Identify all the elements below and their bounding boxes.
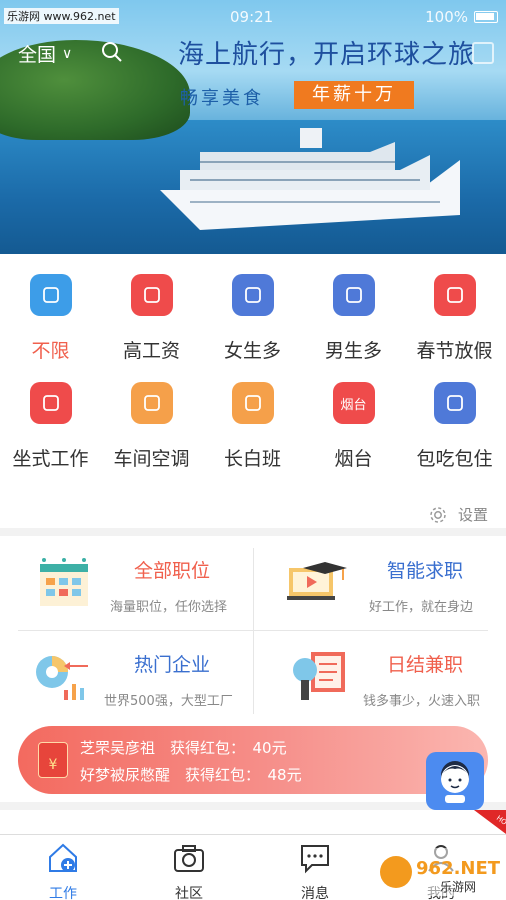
- red-envelope-icon: ¥: [38, 742, 68, 778]
- salary-badge: 年薪十万: [294, 81, 414, 109]
- city-icon: 烟台: [332, 382, 375, 424]
- all-jobs-title: 全部职位: [134, 560, 211, 582]
- watermark-brand: 962.NET: [416, 858, 500, 879]
- money-icon: [130, 274, 173, 316]
- red-packet-ticker[interactable]: ¥ 芝罘吴彦祖 获得红包： 40元 好梦被尿憋醒 获得红包： 48元: [18, 726, 488, 794]
- all-jobs-desc: 海量职位，任你选择: [110, 600, 228, 615]
- filter-label: 烟台: [334, 448, 373, 470]
- hot-ribbon: HOT: [474, 810, 506, 834]
- tab-messages[interactable]: 消息: [252, 835, 378, 900]
- graduation-screen-icon: [287, 562, 347, 600]
- filter-item[interactable]: 春节放假: [404, 274, 505, 363]
- filter-label: 春节放假: [416, 340, 493, 362]
- cruise-ship-image: [160, 128, 460, 230]
- banner-subslogan: 畅享美食: [180, 88, 264, 109]
- promo-banner[interactable]: 乐游网 www.962.net 09:21 100% 全国 ∨ 海上航行，开启环…: [0, 0, 506, 254]
- filter-item[interactable]: 坐式工作: [0, 382, 101, 471]
- settings-button[interactable]: 设置: [428, 504, 488, 525]
- hot-companies-title: 热门企业: [134, 654, 211, 676]
- status-bar: 乐游网 www.962.net 09:21 100%: [0, 0, 506, 34]
- chair-icon: [29, 382, 72, 424]
- tab-work-label: 工作: [49, 886, 77, 900]
- tab-community-label: 社区: [175, 886, 203, 900]
- message-icon: [301, 845, 329, 874]
- filter-item[interactable]: 车间空调: [101, 382, 202, 471]
- search-icon[interactable]: [100, 40, 124, 64]
- filter-label: 车间空调: [113, 448, 190, 470]
- filter-item[interactable]: 包吃包住: [404, 382, 505, 471]
- whale-icon: [29, 274, 72, 316]
- home-icon: [49, 843, 77, 872]
- smart-search-card[interactable]: 智能求职 好工作，就在身边: [253, 536, 506, 630]
- tab-work[interactable]: 工作: [0, 835, 126, 900]
- filter-item[interactable]: 烟台 烟台: [303, 382, 404, 471]
- region-selector[interactable]: 全国 ∨: [18, 40, 72, 67]
- site-label: 乐游网 www.962.net: [4, 8, 119, 24]
- filter-label: 高工资: [122, 340, 180, 362]
- agent-avatar-icon: [441, 761, 469, 803]
- app-screen: 乐游网 www.962.net 09:21 100% 全国 ∨ 海上航行，开启环…: [0, 0, 506, 900]
- gear-icon: [430, 506, 446, 523]
- filter-item[interactable]: 男生多: [303, 274, 404, 363]
- filter-label: 男生多: [324, 340, 382, 362]
- scan-icon[interactable]: [472, 42, 494, 64]
- filter-item[interactable]: 高工资: [101, 274, 202, 363]
- filter-item[interactable]: 不限: [0, 274, 101, 363]
- camera-icon: [174, 845, 204, 872]
- filter-label: 长白班: [223, 448, 281, 470]
- list-header-strip: [0, 810, 506, 834]
- all-jobs-card[interactable]: 全部职位 海量职位，任你选择: [0, 536, 253, 630]
- filter-label: 不限: [31, 340, 70, 362]
- hot-companies-card[interactable]: 热门企业 世界500强，大型工厂: [0, 630, 253, 724]
- ticker-line-1: 芝罘吴彦祖 获得红包： 40元: [80, 739, 287, 757]
- filter-label: 包吃包住: [416, 448, 493, 470]
- envelope-symbol: ¥: [48, 757, 58, 773]
- daily-pay-title: 日结兼职: [387, 654, 464, 676]
- job-list-icon: [40, 558, 88, 606]
- status-time: 09:21: [230, 8, 274, 26]
- hot-companies-desc: 世界500强，大型工厂: [104, 694, 233, 709]
- customer-service-button[interactable]: [426, 752, 484, 810]
- female-icon: [231, 274, 274, 316]
- tab-messages-label: 消息: [301, 886, 329, 900]
- settings-label: 设置: [457, 506, 488, 524]
- battery-level: 100%: [425, 8, 468, 26]
- chevron-down-icon: ∨: [62, 45, 73, 62]
- banner-slogan: 海上航行，开启环球之旅: [178, 40, 476, 70]
- daily-pay-card[interactable]: 日结兼职 钱多事少，火速入职: [253, 630, 506, 724]
- cutlery-icon: [433, 382, 476, 424]
- filter-label: 女生多: [223, 340, 281, 362]
- region-label: 全国: [18, 44, 57, 66]
- tab-community[interactable]: 社区: [126, 835, 252, 900]
- daily-pay-icon: [293, 652, 345, 700]
- filter-item[interactable]: 女生多: [202, 274, 303, 363]
- aircon-icon: [130, 382, 173, 424]
- filter-label: 坐式工作: [12, 448, 89, 470]
- battery-icon: [474, 11, 498, 23]
- company-chart-icon: [36, 656, 88, 700]
- daily-pay-desc: 钱多事少，火速入职: [363, 694, 481, 709]
- ticker-line-2: 好梦被尿憋醒 获得红包： 48元: [80, 766, 302, 784]
- watermark-sub: 乐游网: [440, 880, 476, 894]
- job-filter-grid: 不限 高工资 女生多 男生多 春节放假 坐式工作 车间空调 长白班 烟台 烟台 包吃包住 设置: [0, 254, 506, 528]
- smart-search-desc: 好工作，就在身边: [369, 600, 474, 615]
- firework-icon: [433, 274, 476, 316]
- male-icon: [332, 274, 375, 316]
- sun-icon: [231, 382, 274, 424]
- smart-search-title: 智能求职: [387, 560, 464, 582]
- watermark-logo: 962.NET 乐游网: [376, 848, 500, 896]
- filter-item[interactable]: 长白班: [202, 382, 303, 471]
